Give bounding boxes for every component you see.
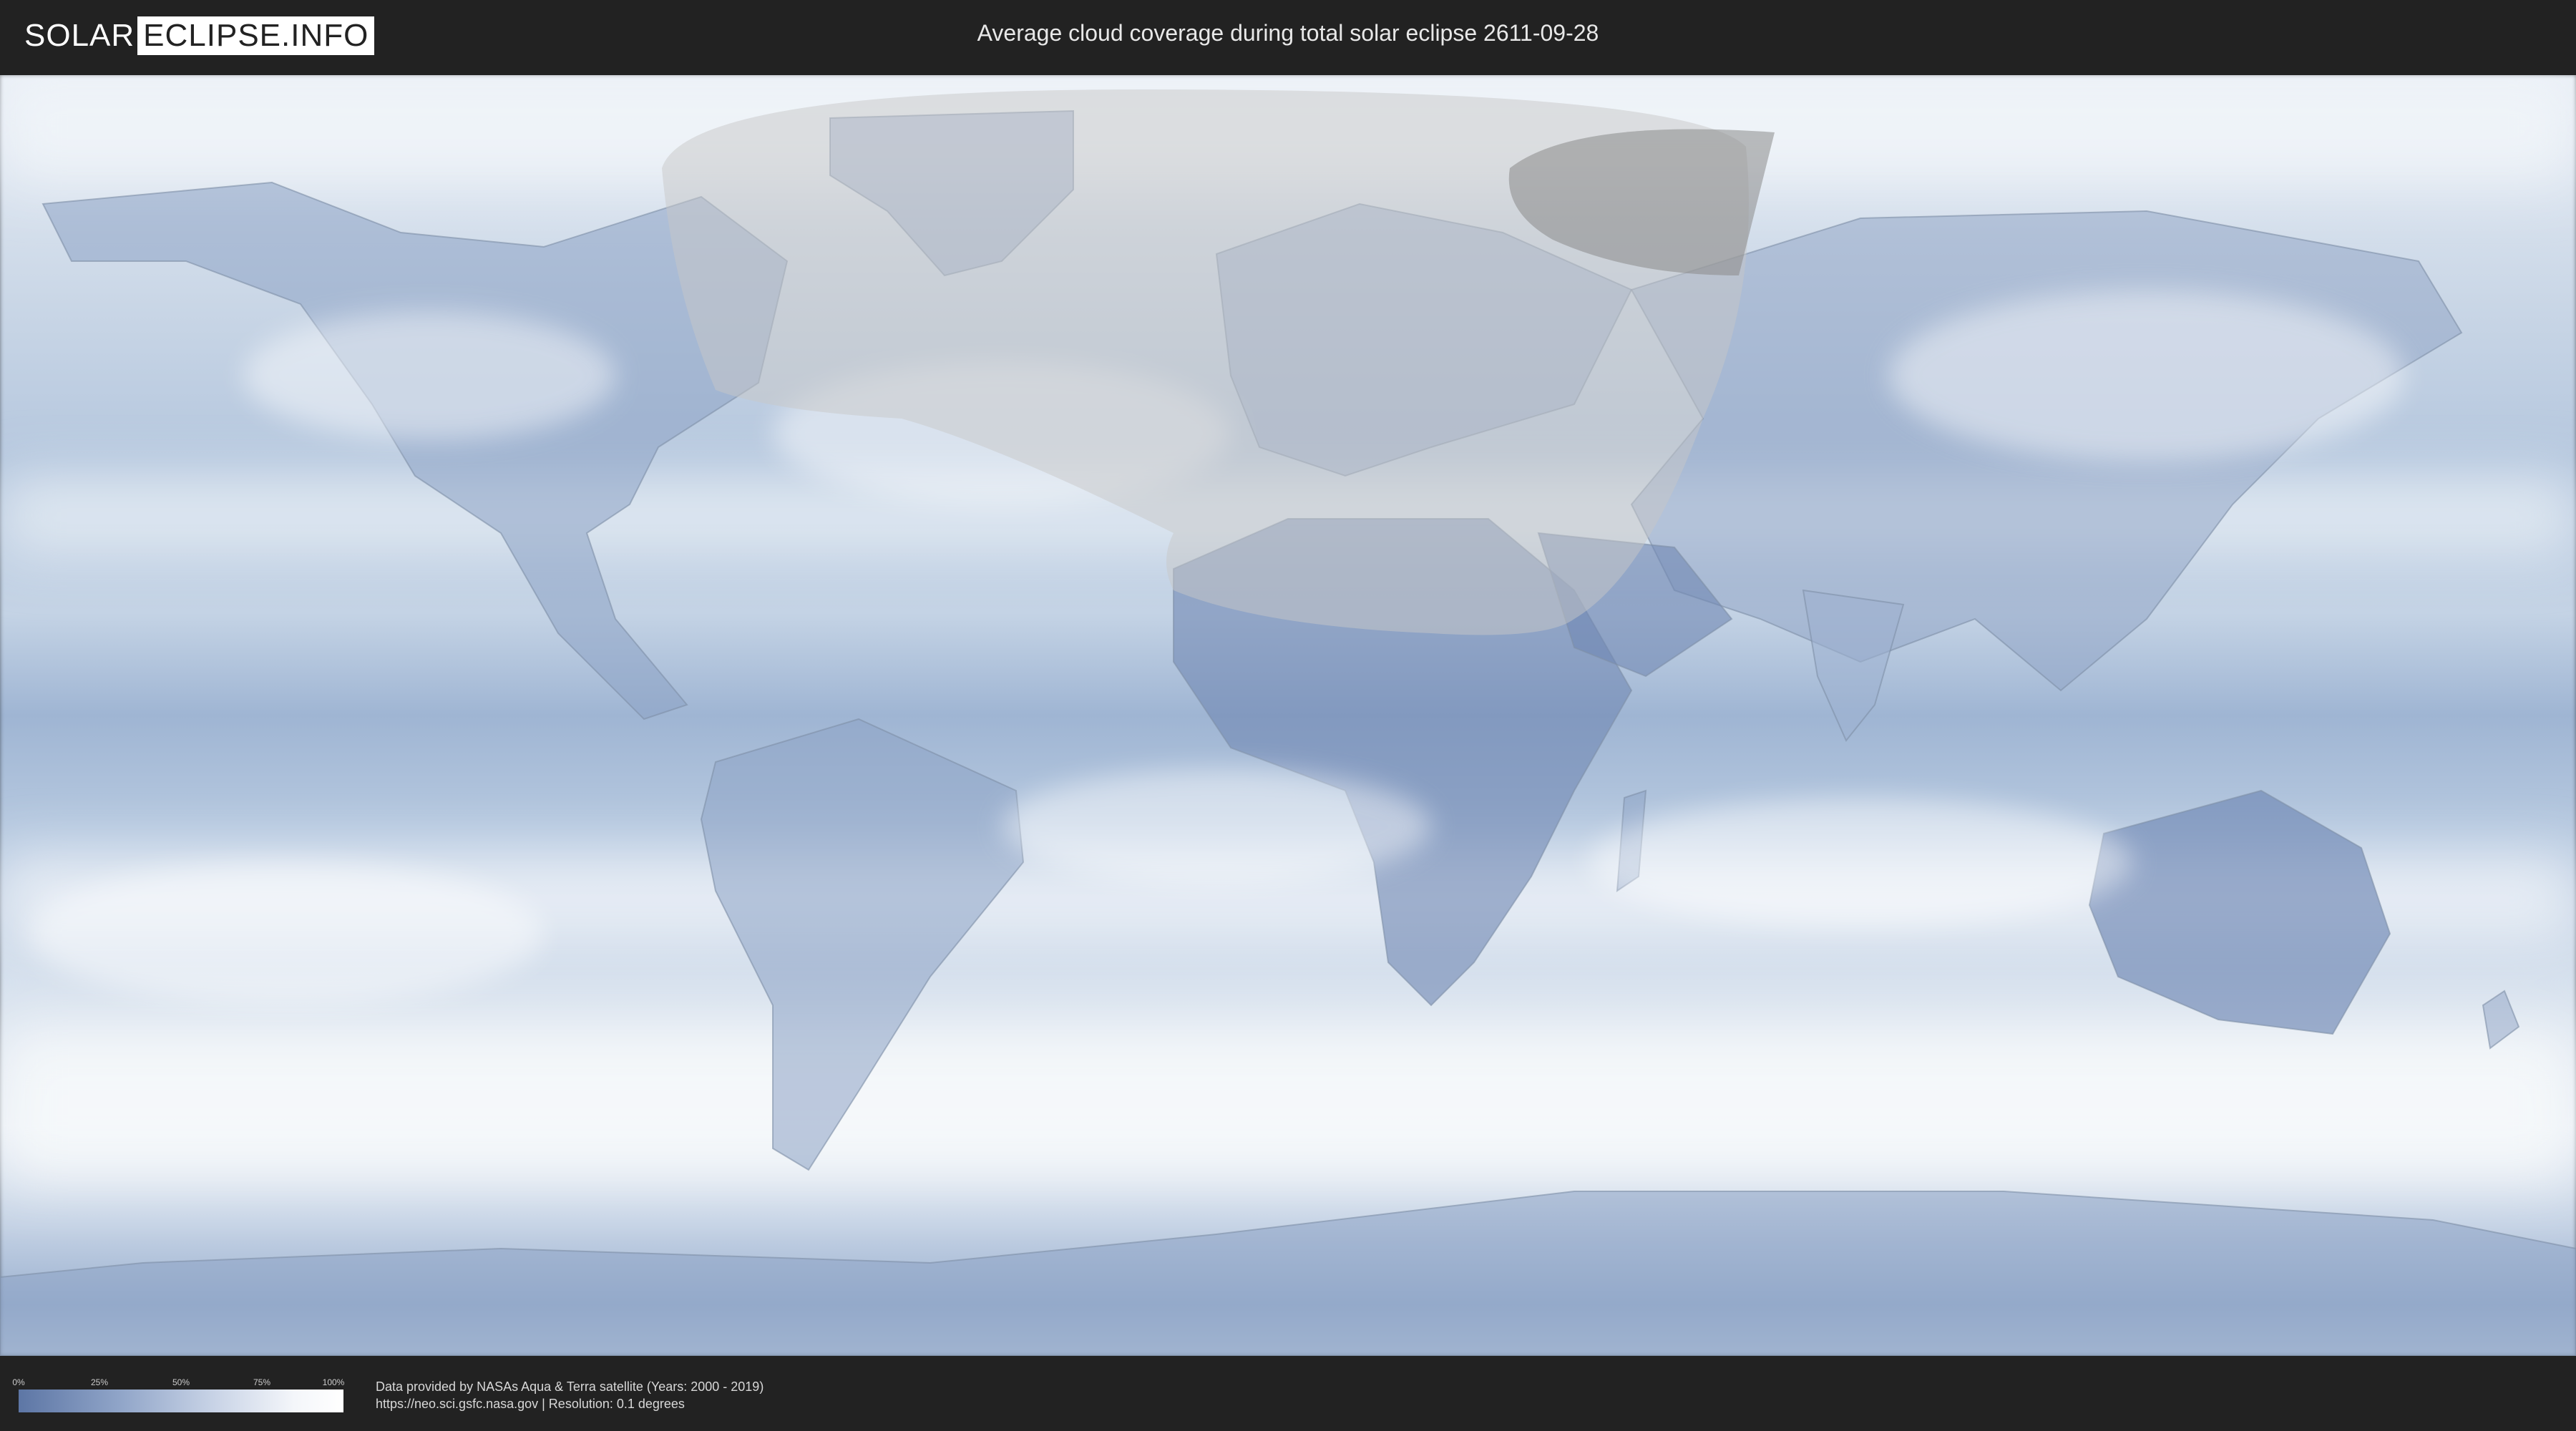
legend-tick-75: 75% [253,1377,271,1387]
north-america-landmass [42,181,789,721]
legend-tick-100: 100% [322,1377,345,1387]
page-title: Average cloud coverage during total sola… [977,20,1599,46]
page: SOLAR ECLIPSE.INFO Average cloud coverag… [0,0,2576,1431]
legend-tick-50: 50% [172,1377,190,1387]
australia-landmass [2088,789,2391,1035]
data-source-text: Data provided by NASAs Aqua & Terra sate… [376,1379,764,1394]
legend-tick-0: 0% [12,1377,25,1387]
cloud-coverage-map[interactable] [0,75,2576,1356]
antarctica-landmass [0,1191,2576,1356]
legend-tick-labels: 0% 25% 50% 75% 100% [12,1377,345,1387]
map-canvas [0,75,2576,1356]
india-landmass [1802,589,1905,742]
cloud-coverage-legend-gradient [19,1390,343,1412]
legend-tick-25: 25% [90,1377,109,1387]
data-url-text[interactable]: https://neo.sci.gsfc.nasa.gov | Resoluti… [376,1397,685,1412]
header-bar: SOLAR ECLIPSE.INFO Average cloud coverag… [0,0,2576,72]
